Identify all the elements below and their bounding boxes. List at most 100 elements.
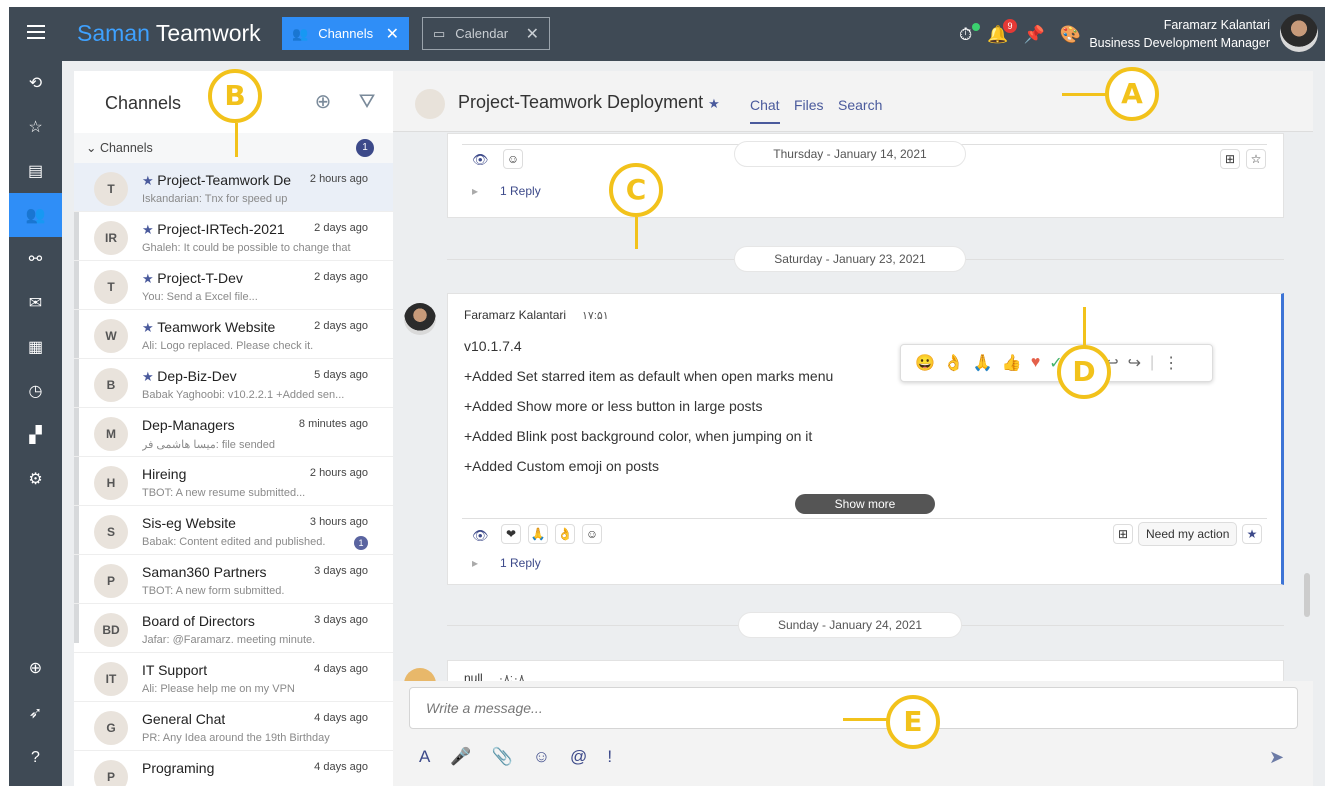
hamburger-menu-icon[interactable] (27, 25, 45, 39)
channel-item[interactable]: W ★ Teamwork Website 2 days ago Ali: Logo r… (74, 310, 393, 359)
rocket-icon[interactable]: ➶ (9, 691, 62, 735)
emoji-icon[interactable]: ☺ (533, 747, 550, 767)
dashboard-icon[interactable]: ▞ (9, 413, 62, 457)
send-icon[interactable]: ➤ (1269, 747, 1284, 768)
channel-item[interactable]: IT IT Support 4 days ago Ali: Please help m… (74, 653, 393, 702)
channel-preview: TBOT: A new resume submitted... (142, 487, 306, 499)
message-card: Faramarz Kalantari ۱۷:۵۱ v10.1.7.4 +Adde… (447, 293, 1284, 585)
channel-item[interactable]: P Saman360 Partners 3 days ago TBOT: A new … (74, 555, 393, 604)
tab-channels[interactable]: 👥 Channels ✕ (282, 17, 409, 50)
more-options-icon[interactable]: ⋮ (1163, 353, 1179, 373)
star-icon[interactable]: ★ (142, 173, 157, 188)
thumbs-up-reaction[interactable]: 👍 (1002, 353, 1022, 373)
channel-item[interactable]: H Hireing 2 hours ago TBOT: A new resume su… (74, 457, 393, 506)
show-more-button[interactable]: Show more (795, 494, 935, 514)
history-icon[interactable]: ⟲ (9, 61, 62, 105)
ok-hand-reaction[interactable]: 👌 (944, 353, 964, 373)
seen-eye-icon[interactable]: 👁 (472, 152, 489, 168)
smile-reaction[interactable]: 😀 (915, 353, 935, 373)
reply-link[interactable]: 1 Reply (500, 556, 541, 570)
palette-icon[interactable]: 🎨 (1060, 25, 1081, 45)
scrollbar[interactable] (1304, 573, 1310, 617)
channel-preview: Ali: Logo replaced. Please check it. (142, 340, 314, 352)
expand-arrow-icon[interactable]: ▸ (472, 556, 478, 570)
timer-icon[interactable]: ⏱ (959, 25, 972, 45)
filter-icon[interactable]: ⛛ (356, 91, 378, 113)
channel-item[interactable]: M Dep-Managers 8 minutes ago میسا هاشمی فر:… (74, 408, 393, 457)
reply-link[interactable]: 1 Reply (500, 184, 541, 198)
pray-reaction[interactable]: 🙏 (528, 524, 548, 544)
expand-arrow-icon[interactable]: ▸ (472, 184, 478, 198)
channels-icon[interactable]: 👥 (9, 193, 62, 237)
channel-avatar: P (94, 564, 128, 598)
calendar-icon[interactable]: ▦ (9, 325, 62, 369)
microphone-icon[interactable]: 🎤 (450, 747, 471, 767)
add-to-icon[interactable]: ⊞ (1220, 149, 1240, 169)
close-tab-icon[interactable]: ✕ (526, 24, 539, 44)
star-icon[interactable]: ★ (142, 222, 157, 237)
channel-group-header[interactable]: ⌄ Channels 1 (74, 133, 393, 163)
message-line: +Added Blink post background color, when… (464, 428, 813, 444)
message-input[interactable]: Write a message... (409, 687, 1298, 729)
date-separator: Saturday - January 23, 2021 (734, 246, 966, 272)
pray-reaction[interactable]: 🙏 (973, 353, 993, 373)
mail-icon[interactable]: ✉ (9, 281, 62, 325)
callout-a: A (1105, 67, 1159, 121)
settings-icon[interactable]: ⚙ (9, 457, 62, 501)
important-icon[interactable]: ! (607, 747, 612, 767)
author-avatar[interactable] (404, 303, 436, 335)
add-emoji-icon[interactable]: ☺ (582, 524, 602, 544)
channel-item[interactable]: P Programing 4 days ago (74, 751, 393, 786)
channel-avatar: G (94, 711, 128, 745)
channel-preview: TBOT: A new form submitted. (142, 585, 285, 597)
channel-item[interactable]: B ★ Dep-Biz-Dev 5 days ago Babak Yaghoobi: … (74, 359, 393, 408)
author-name[interactable]: Faramarz Kalantari (464, 308, 566, 322)
star-icon[interactable]: ★ (142, 369, 157, 384)
stopwatch-icon[interactable]: ◷ (9, 369, 62, 413)
forward-icon[interactable]: ↪ (1128, 353, 1141, 373)
heart-reaction[interactable]: ♥ (1031, 354, 1041, 372)
help-icon[interactable]: ? (9, 736, 62, 780)
user-info[interactable]: Faramarz Kalantari Business Development M… (1089, 16, 1270, 52)
seen-eye-icon[interactable]: 👁 (472, 528, 489, 544)
divider (462, 518, 1267, 519)
star-icon[interactable]: ☆ (9, 105, 62, 149)
mention-icon[interactable]: @ (570, 747, 587, 767)
org-chart-icon[interactable]: ⚯ (9, 237, 62, 281)
close-tab-icon[interactable]: ✕ (386, 24, 399, 44)
heart-reaction[interactable]: ❤ (501, 524, 521, 544)
tab-search[interactable]: Search (838, 97, 882, 113)
attachment-icon[interactable]: 📎 (492, 747, 513, 767)
tab-chat[interactable]: Chat (750, 97, 780, 124)
channel-item[interactable]: G General Chat 4 days ago PR: Any Idea arou… (74, 702, 393, 751)
author-name[interactable]: null (464, 671, 483, 681)
messages-icon[interactable]: ▤ (9, 149, 62, 193)
channel-item[interactable]: IR ★ Project-IRTech-2021 2 days ago Ghaleh:… (74, 212, 393, 261)
add-emoji-icon[interactable]: ☺ (503, 149, 523, 169)
author-avatar[interactable] (404, 668, 436, 681)
star-icon[interactable]: ★ (708, 96, 720, 111)
star-outline-icon[interactable]: ☆ (1246, 149, 1266, 169)
pin-off-icon[interactable]: 📌 (1023, 25, 1044, 45)
ok-hand-reaction[interactable]: 👌 (555, 524, 575, 544)
top-bar: Saman Teamwork 👥 Channels ✕ ▭ Calendar ✕ ⏱ 🔔… (9, 7, 1325, 61)
message-time: ۰۸:۰۸ (498, 673, 525, 681)
support-icon[interactable]: ⊕ (9, 646, 62, 690)
group-count-badge: 1 (356, 139, 374, 157)
text-format-icon[interactable]: A (419, 747, 430, 767)
channel-item[interactable]: BD Board of Directors 3 days ago Jafar: @Fa… (74, 604, 393, 653)
user-avatar[interactable] (1280, 14, 1318, 52)
message-time: ۱۷:۵۱ (582, 310, 609, 322)
channel-item[interactable]: T ★ Project-T-Dev 2 days ago You: Send a Ex… (74, 261, 393, 310)
channel-item[interactable]: T ★ Project-Teamwork De 2 hours ago Iskanda… (74, 163, 393, 212)
star-icon[interactable]: ★ (142, 271, 157, 286)
channel-item[interactable]: S Sis-eg Website 3 hours ago Babak: Content… (74, 506, 393, 555)
tab-files[interactable]: Files (794, 97, 824, 113)
separator: | (1150, 354, 1155, 371)
add-channel-icon[interactable]: ⊕ (312, 91, 334, 113)
add-to-icon[interactable]: ⊞ (1113, 524, 1133, 544)
tab-calendar[interactable]: ▭ Calendar ✕ (422, 17, 550, 50)
need-action-tag[interactable]: Need my action (1138, 522, 1238, 546)
star-icon[interactable]: ★ (1242, 524, 1262, 544)
star-icon[interactable]: ★ (142, 320, 157, 335)
